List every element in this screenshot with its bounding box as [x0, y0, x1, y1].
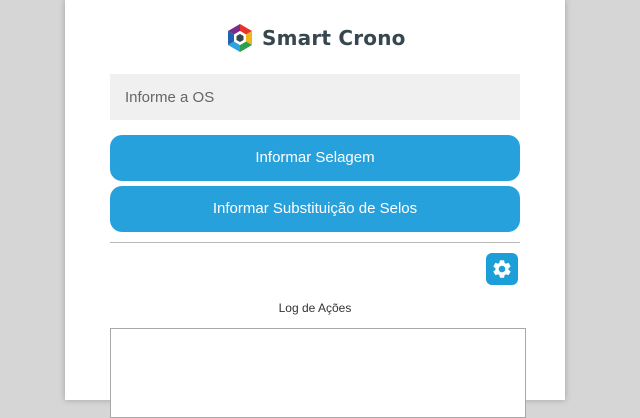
- popup-panel: Smart Crono Informar Selagem Informar Su…: [65, 0, 565, 418]
- log-textarea[interactable]: [110, 328, 526, 418]
- informar-substituicao-selos-button[interactable]: Informar Substituição de Selos: [110, 186, 520, 232]
- smart-crono-logo-icon: [228, 24, 252, 52]
- divider: [110, 242, 520, 243]
- os-input[interactable]: [110, 74, 520, 120]
- log-label: Log de Ações: [278, 301, 352, 315]
- informar-selagem-button[interactable]: Informar Selagem: [110, 135, 520, 181]
- brand-logo: Smart Crono: [224, 21, 406, 55]
- brand-name: Smart Crono: [262, 26, 406, 50]
- settings-button[interactable]: [486, 253, 518, 285]
- gear-icon: [493, 260, 511, 278]
